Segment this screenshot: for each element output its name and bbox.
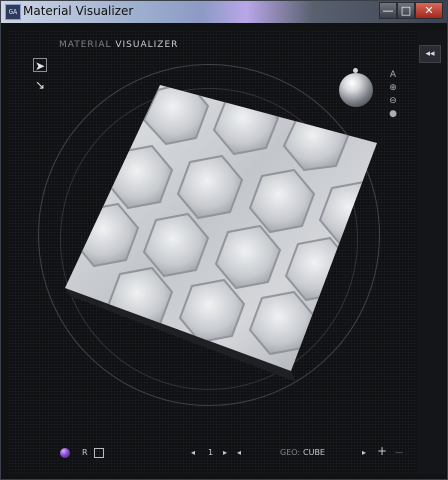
add-button[interactable]: + — [377, 445, 387, 457]
material-preview-viewport[interactable]: MATERIAL VISUALIZER ➤ ↘ A ⊕ ⊖ ● — [8, 30, 416, 474]
collapse-panel-button[interactable]: ◂◂ — [419, 45, 441, 63]
zoom-out-icon[interactable]: ⊖ — [388, 96, 398, 106]
geometry-value[interactable]: CUBE — [303, 447, 325, 459]
close-button[interactable]: ✕ — [415, 2, 443, 19]
material-ball-icon[interactable] — [60, 448, 70, 458]
viewport-title: MATERIAL VISUALIZER — [59, 40, 178, 50]
maximize-button[interactable]: □ — [397, 2, 415, 19]
side-panel-strip — [417, 30, 446, 474]
render-toggle-label[interactable]: R — [82, 447, 88, 459]
app-icon: GA — [5, 4, 21, 20]
minimize-button[interactable]: — — [379, 2, 397, 19]
reset-view-icon[interactable]: ● — [388, 109, 398, 119]
page-next-button[interactable]: ▸ — [223, 447, 227, 459]
viewport-title-prefix: MATERIAL — [59, 40, 112, 50]
side-icon-a[interactable]: A — [388, 70, 398, 80]
select-tool-icon[interactable]: ➤ — [33, 58, 47, 73]
bottom-toolbar: R ◂ 1 ▸ ◂ GEO: CUBE ▸ + — — [8, 443, 416, 465]
window-title: Material Visualizer — [23, 4, 134, 18]
render-checkbox[interactable] — [94, 448, 104, 458]
viewport-title-main: VISUALIZER — [115, 40, 179, 50]
page-number: 1 — [208, 448, 214, 457]
material-visualizer-window: GA Material Visualizer — □ ✕ MATERIAL VI… — [0, 0, 448, 480]
remove-button[interactable]: — — [395, 447, 403, 459]
page-prev-button[interactable]: ◂ — [191, 447, 195, 459]
geometry-next-button[interactable]: ▸ — [362, 447, 366, 459]
light-sphere-preview[interactable] — [339, 73, 373, 107]
zoom-in-icon[interactable]: ⊕ — [388, 83, 398, 93]
transform-tool-icon[interactable]: ↘ — [33, 78, 47, 92]
page-last-button[interactable]: ◂ — [237, 447, 241, 459]
geometry-label: GEO: — [280, 448, 301, 457]
title-bar[interactable]: GA Material Visualizer — □ ✕ — [1, 1, 447, 23]
